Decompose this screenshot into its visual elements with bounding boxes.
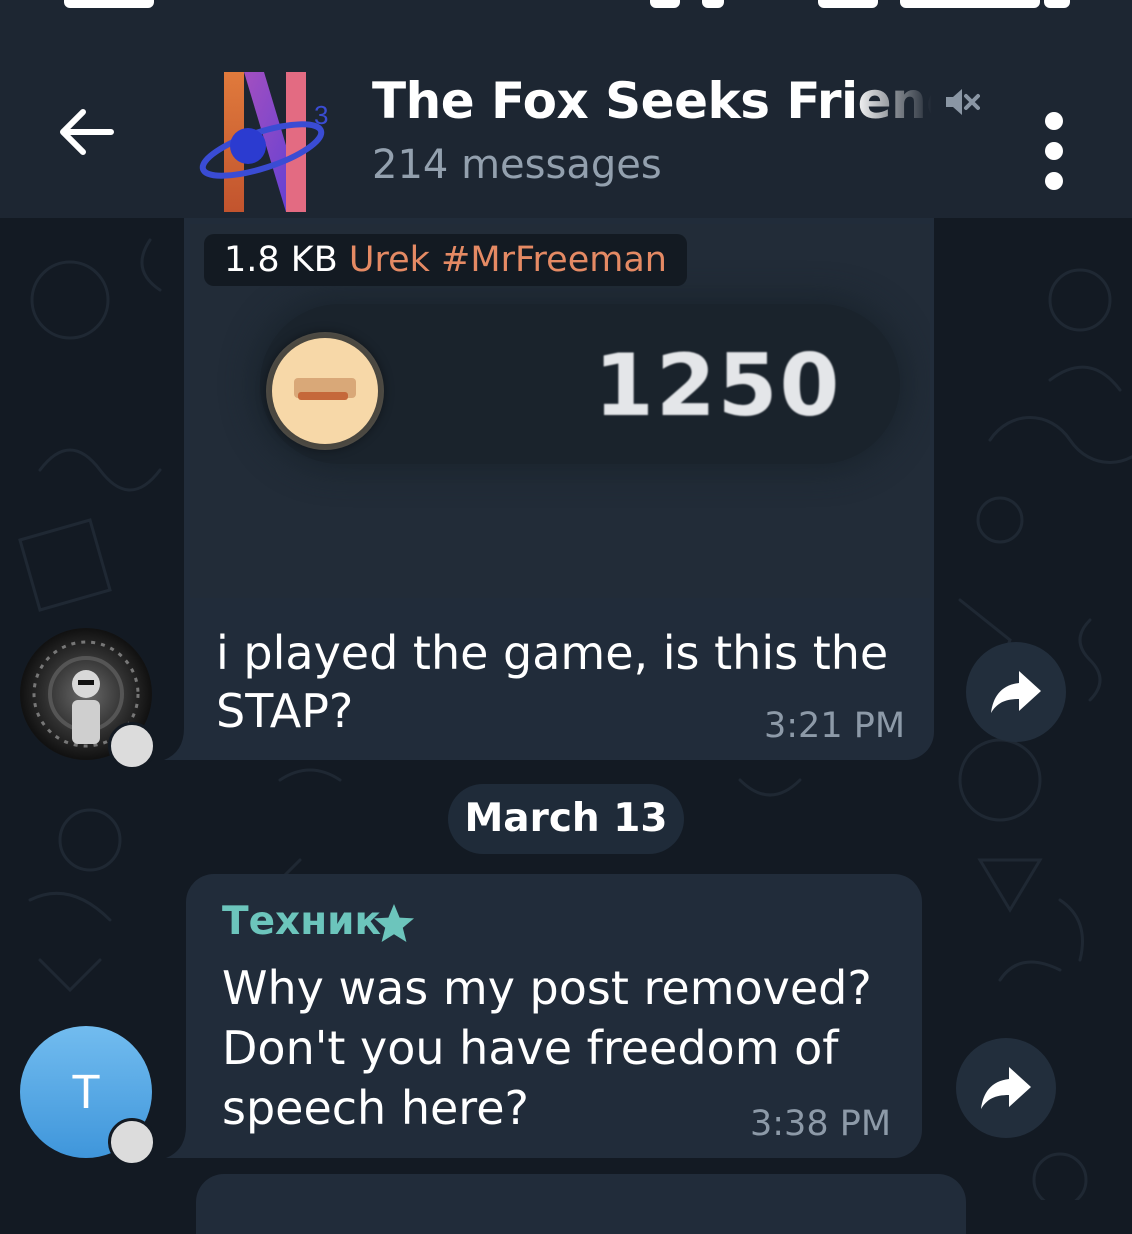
message-bubble-partial[interactable] (196, 1174, 966, 1234)
share-arrow-icon (991, 671, 1041, 713)
chat-title[interactable]: The Fox Seeks Friends (372, 68, 932, 134)
more-menu-button[interactable] (1030, 102, 1080, 198)
message-count: 214 messages (372, 142, 662, 188)
avatar-initial: T (71, 1065, 101, 1119)
message-time: 3:38 PM (750, 1104, 892, 1144)
forward-button[interactable] (966, 642, 1066, 742)
file-size: 1.8 KB (224, 240, 338, 280)
channel-avatar[interactable]: 3 (196, 64, 342, 216)
back-button[interactable] (46, 92, 126, 172)
message-time: 3:21 PM (764, 706, 906, 746)
chat-header: 3 The Fox Seeks Friends 214 messages (0, 20, 1132, 218)
file-caption[interactable]: Urek #MrFreeman (349, 240, 667, 280)
online-status-dot (108, 722, 156, 770)
file-info-tag: 1.8 KB Urek #MrFreeman (204, 234, 687, 286)
forward-button[interactable] (956, 1038, 1056, 1138)
status-bar (0, 0, 1132, 20)
coin-icon (272, 338, 378, 444)
share-arrow-icon (981, 1067, 1031, 1109)
svg-text:3: 3 (314, 100, 328, 130)
online-status-dot (108, 1118, 156, 1166)
star-icon (374, 904, 414, 942)
more-vertical-icon (1045, 112, 1063, 130)
muted-speaker-icon (946, 89, 980, 115)
date-separator: March 13 (448, 784, 684, 854)
score-value: 1250 (594, 336, 842, 436)
sender-name[interactable]: Техник (222, 896, 381, 948)
back-arrow-icon (60, 109, 114, 155)
